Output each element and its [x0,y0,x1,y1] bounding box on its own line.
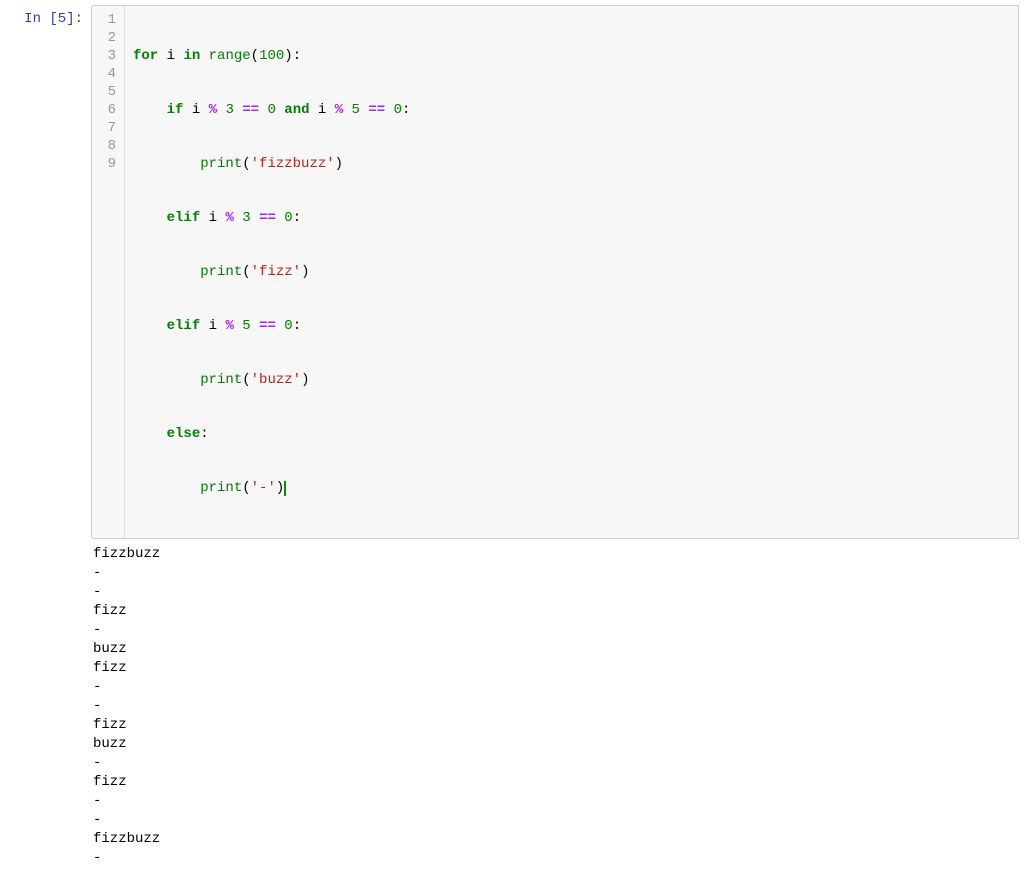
prompt-exec-count: 5 [58,11,66,27]
code-line: print('buzz') [133,371,1012,389]
code-line: if i % 3 == 0 and i % 5 == 0: [133,101,1012,119]
stdout-text: fizzbuzz - - fizz - buzz fizz - - fizz b… [91,539,1019,868]
code-line: print('-') [133,479,1012,497]
line-number: 6 [102,101,116,119]
line-number: 4 [102,65,116,83]
line-number: 9 [102,155,116,173]
code-line: elif i % 5 == 0: [133,317,1012,335]
line-number: 2 [102,29,116,47]
prompt-suffix: ]: [66,11,83,27]
line-number: 7 [102,119,116,137]
code-line: print('fizz') [133,263,1012,281]
code-line: elif i % 3 == 0: [133,209,1012,227]
line-number: 8 [102,137,116,155]
code-cell: In [5]: 1 2 3 4 5 6 7 8 9 for i in range… [0,0,1024,539]
code-editor[interactable]: 1 2 3 4 5 6 7 8 9 for i in range(100): i… [91,5,1019,539]
line-number: 5 [102,83,116,101]
code-line: print('fizzbuzz') [133,155,1012,173]
line-number: 1 [102,11,116,29]
line-number-gutter: 1 2 3 4 5 6 7 8 9 [92,6,125,538]
notebook: In [5]: 1 2 3 4 5 6 7 8 9 for i in range… [0,0,1024,873]
input-prompt: In [5]: [5,5,91,28]
code-line: for i in range(100): [133,47,1012,65]
prompt-prefix: In [ [24,11,58,27]
text-cursor [284,481,286,496]
code-line: else: [133,425,1012,443]
code-text[interactable]: for i in range(100): if i % 3 == 0 and i… [125,6,1018,538]
output-cell: fizzbuzz - - fizz - buzz fizz - - fizz b… [0,539,1024,873]
line-number: 3 [102,47,116,65]
